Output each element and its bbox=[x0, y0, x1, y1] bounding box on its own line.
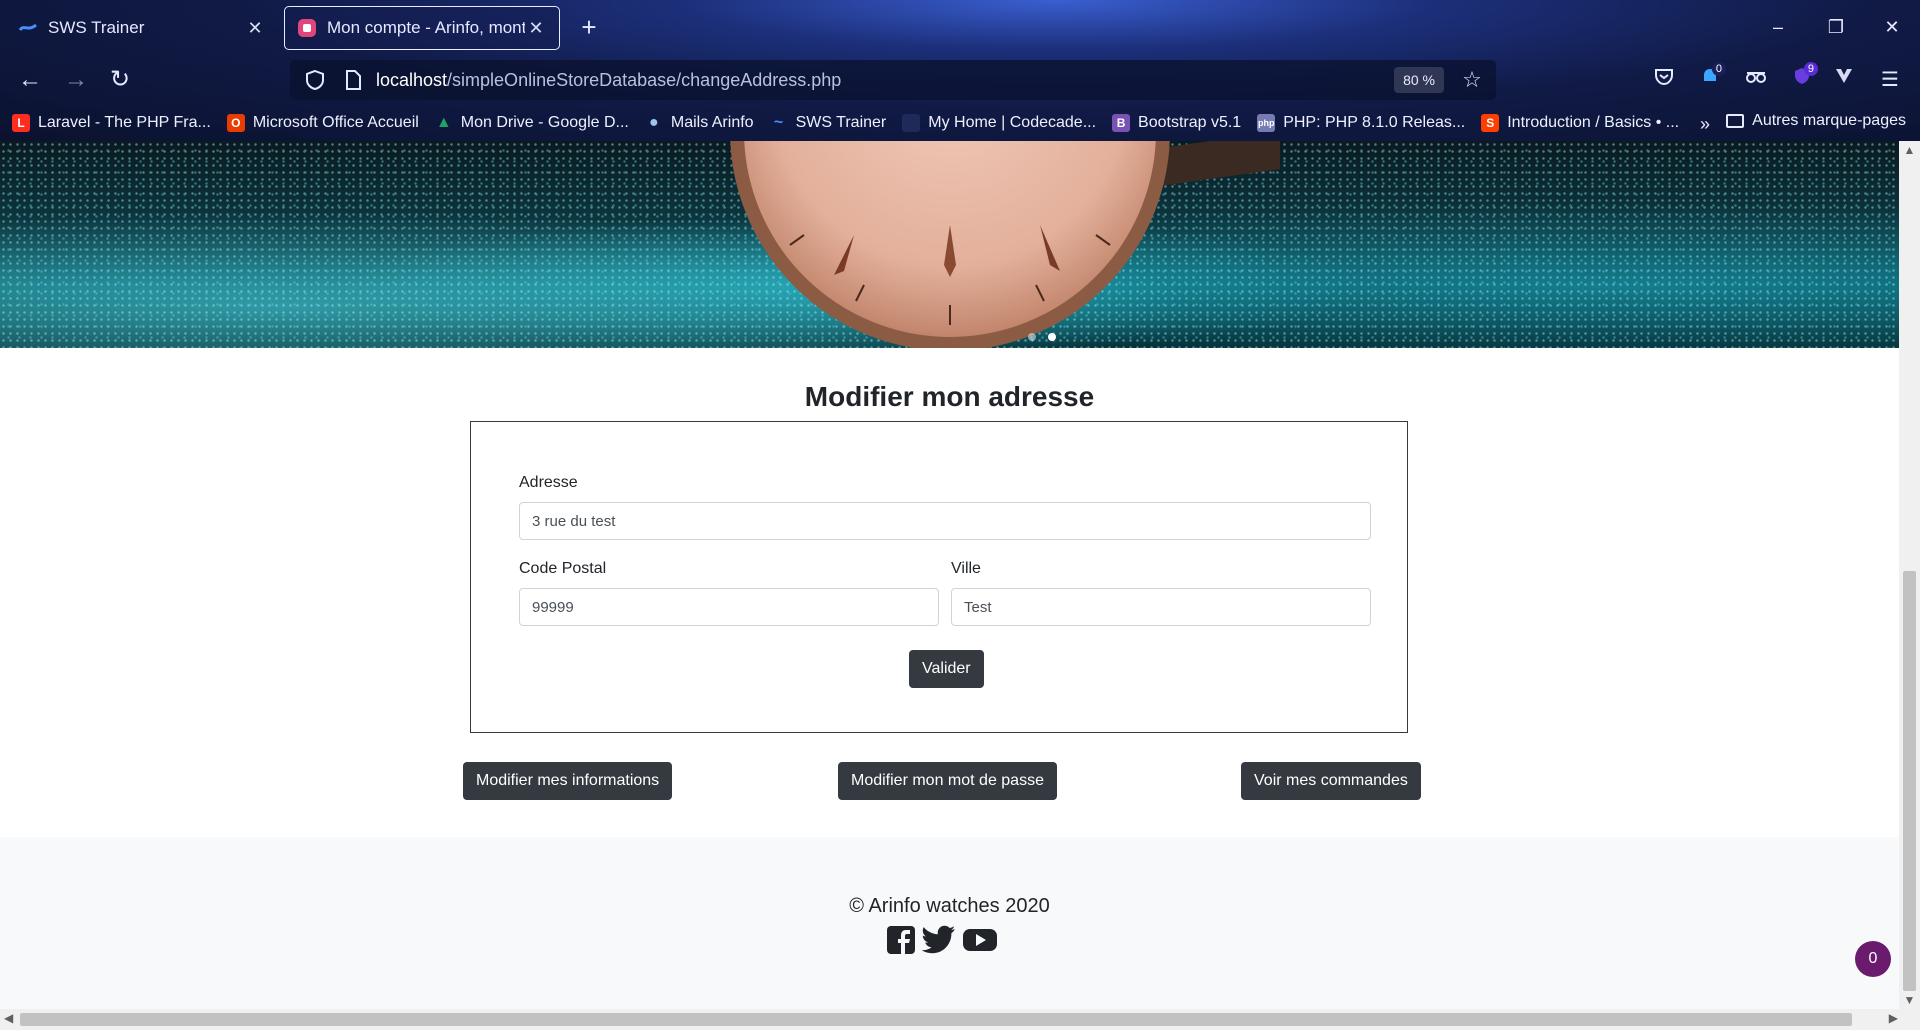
edit-info-button[interactable]: Modifier mes informations bbox=[463, 762, 673, 800]
bookmark-php[interactable]: php PHP: PHP 8.1.0 Releas... bbox=[1257, 113, 1466, 132]
page-title: Modifier mon adresse bbox=[804, 381, 1095, 412]
scroll-left-icon[interactable]: ◀ bbox=[4, 1011, 13, 1025]
youtube-icon[interactable] bbox=[962, 925, 998, 955]
bookmark-label: Laravel - The PHP Fra... bbox=[38, 113, 211, 131]
nav-bar: ← → ↻ localhost/simpleOnlineStoreDatabas… bbox=[0, 56, 1920, 104]
page-footer: © Arinfo watches 2020 bbox=[0, 837, 1899, 1009]
bookmark-laravel[interactable]: L Laravel - The PHP Fra... bbox=[12, 113, 211, 132]
bookmark-codecademy[interactable]: My Home | Codecade... bbox=[902, 113, 1097, 132]
city-label: Ville bbox=[951, 560, 981, 577]
horizontal-scrollbar[interactable]: ◀ ▶ bbox=[0, 1009, 1920, 1030]
bookmark-svelte[interactable]: S Introduction / Basics • ... bbox=[1481, 113, 1680, 132]
extension-badge: 9 bbox=[1803, 62, 1818, 76]
tab-sws-trainer[interactable]: SWS Trainer ✕ bbox=[6, 6, 278, 50]
bookmark-label: Microsoft Office Accueil bbox=[252, 113, 419, 131]
vertical-scrollbar[interactable]: ▲ ▼ bbox=[1899, 141, 1920, 1009]
php-icon: php bbox=[1257, 113, 1276, 132]
back-icon[interactable]: ← bbox=[10, 62, 50, 98]
bookmark-label: Introduction / Basics • ... bbox=[1507, 113, 1680, 131]
bookmark-label: Bootstrap v5.1 bbox=[1138, 113, 1242, 131]
bookmark-label: PHP: PHP 8.1.0 Releas... bbox=[1283, 113, 1466, 131]
notification-icon[interactable]: 0 bbox=[1692, 62, 1728, 96]
close-window-button[interactable]: ✕ bbox=[1864, 10, 1920, 44]
menu-icon[interactable]: ☰ bbox=[1872, 64, 1908, 96]
scroll-right-icon[interactable]: ▶ bbox=[1889, 1011, 1898, 1025]
extension-shield-icon[interactable]: 9 bbox=[1784, 62, 1820, 96]
tab-label: SWS Trainer bbox=[48, 18, 145, 37]
bookmark-label: Mon Drive - Google D... bbox=[460, 113, 629, 131]
new-tab-button[interactable]: + bbox=[574, 12, 604, 44]
copyright-text: © Arinfo watches 2020 bbox=[849, 895, 1050, 917]
sws-icon: ~ bbox=[773, 113, 784, 131]
google-drive-icon: ▲ bbox=[435, 113, 452, 131]
tab-strip: SWS Trainer ✕ Mon compte - Arinfo, montr… bbox=[0, 0, 1920, 56]
bookmark-drive[interactable]: ▲ Mon Drive - Google D... bbox=[435, 114, 629, 132]
browser-chrome: SWS Trainer ✕ Mon compte - Arinfo, montr… bbox=[0, 0, 1920, 141]
vivaldi-v-icon[interactable] bbox=[1826, 64, 1862, 96]
tab-mon-compte[interactable]: Mon compte - Arinfo, montres à ✕ bbox=[284, 6, 560, 50]
page-info-icon[interactable] bbox=[344, 70, 362, 90]
scroll-up-icon[interactable]: ▲ bbox=[1899, 143, 1920, 157]
submit-button[interactable]: Valider bbox=[909, 650, 984, 688]
close-tab-icon[interactable]: ✕ bbox=[244, 18, 266, 39]
facebook-icon[interactable] bbox=[886, 925, 916, 955]
pocket-icon[interactable] bbox=[1646, 64, 1682, 96]
tab-label: Mon compte - Arinfo, montres à bbox=[327, 18, 525, 37]
bookmark-office[interactable]: O Microsoft Office Accueil bbox=[226, 113, 419, 132]
bookmark-label: SWS Trainer bbox=[795, 113, 887, 131]
watch-image bbox=[730, 141, 1170, 348]
carousel-indicators bbox=[1028, 333, 1056, 341]
url-bar[interactable]: localhost/simpleOnlineStoreDatabase/chan… bbox=[290, 60, 1496, 100]
address-input[interactable] bbox=[519, 502, 1371, 540]
other-bookmarks[interactable]: Autres marque-pages bbox=[1726, 112, 1906, 130]
minimize-button[interactable]: – bbox=[1750, 10, 1806, 44]
bookmarks-bar: L Laravel - The PHP Fra... O Microsoft Off… bbox=[0, 104, 1920, 141]
carousel-dot-active[interactable] bbox=[1048, 333, 1056, 341]
url-text[interactable]: localhost/simpleOnlineStoreDatabase/chan… bbox=[376, 70, 1394, 91]
scroll-down-icon[interactable]: ▼ bbox=[1899, 993, 1920, 1007]
forward-icon[interactable]: → bbox=[56, 62, 96, 98]
horizontal-scroll-thumb[interactable] bbox=[20, 1013, 1852, 1026]
laravel-icon: L bbox=[12, 113, 30, 132]
vertical-scroll-thumb[interactable] bbox=[1903, 571, 1916, 991]
close-tab-icon[interactable]: ✕ bbox=[525, 18, 547, 39]
mail-icon: ● bbox=[649, 113, 659, 131]
carousel-dot[interactable] bbox=[1028, 333, 1036, 341]
url-path: /simpleOnlineStoreDatabase/changeAddress… bbox=[447, 69, 842, 90]
address-label: Adresse bbox=[519, 474, 578, 491]
twitter-icon[interactable] bbox=[922, 925, 956, 955]
city-input[interactable] bbox=[951, 588, 1371, 626]
postal-code-label: Code Postal bbox=[519, 560, 607, 577]
address-form: Adresse Code Postal Ville Valider bbox=[470, 421, 1408, 733]
tracking-shield-icon[interactable] bbox=[304, 69, 326, 91]
url-host: localhost bbox=[376, 69, 448, 90]
bookmark-sws[interactable]: ~ SWS Trainer bbox=[770, 113, 887, 132]
postal-code-input[interactable] bbox=[519, 588, 939, 626]
more-bookmarks-icon[interactable]: » bbox=[1700, 114, 1710, 135]
floating-counter-badge[interactable]: 0 bbox=[1855, 941, 1891, 977]
notification-badge: 0 bbox=[1711, 62, 1726, 76]
edit-password-button[interactable]: Modifier mon mot de passe bbox=[838, 762, 1057, 800]
office-icon: O bbox=[226, 113, 245, 132]
codecademy-icon bbox=[902, 113, 921, 132]
bookmark-label: My Home | Codecade... bbox=[928, 113, 1097, 131]
reload-icon[interactable]: ↻ bbox=[100, 62, 140, 98]
bookmark-star-icon[interactable]: ☆ bbox=[1454, 67, 1490, 93]
page-viewport: Modifier mon adresse Adresse Code Postal… bbox=[0, 141, 1899, 1009]
zoom-level[interactable]: 80 % bbox=[1394, 67, 1444, 93]
bookmark-bootstrap[interactable]: B Bootstrap v5.1 bbox=[1112, 113, 1242, 132]
restore-button[interactable]: ❐ bbox=[1808, 10, 1864, 44]
svelte-icon: S bbox=[1481, 113, 1500, 132]
social-links bbox=[886, 925, 998, 955]
other-bookmarks-label: Autres marque-pages bbox=[1752, 112, 1906, 129]
sws-icon bbox=[18, 18, 38, 38]
hero-carousel bbox=[0, 141, 1899, 348]
bookmark-label: Mails Arinfo bbox=[670, 113, 754, 131]
bootstrap-icon: B bbox=[1112, 113, 1131, 132]
folder-icon bbox=[1726, 114, 1745, 128]
spy-glasses-icon[interactable] bbox=[1738, 64, 1774, 96]
arinfo-icon bbox=[297, 18, 317, 38]
bookmark-mails[interactable]: ● Mails Arinfo bbox=[645, 114, 754, 132]
view-orders-button[interactable]: Voir mes commandes bbox=[1241, 762, 1421, 800]
